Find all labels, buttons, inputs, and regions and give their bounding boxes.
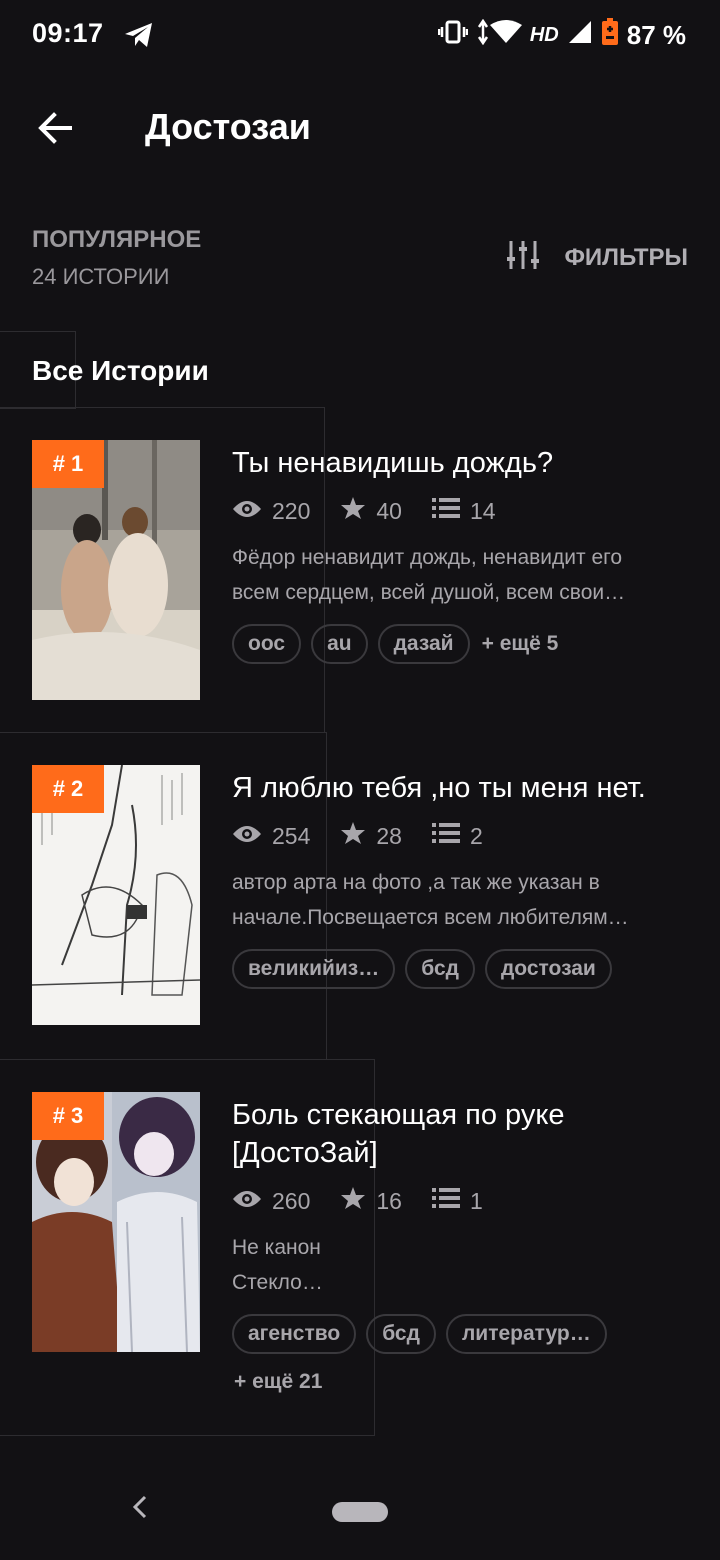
status-indicators: HD 87 %: [437, 18, 686, 53]
more-tags-link[interactable]: + ещё 21: [232, 1370, 692, 1394]
nav-back-icon[interactable]: [130, 1494, 150, 1525]
tag-chip[interactable]: бсд: [366, 1314, 436, 1354]
stars-count: 40: [376, 497, 402, 524]
story-info: Ты ненавидишь дождь? 220 40 14 Фёдор нен…: [232, 444, 692, 664]
rank-badge: # 1: [32, 440, 104, 488]
telegram-icon: [124, 22, 154, 53]
tag-chip[interactable]: достозаи: [484, 949, 612, 989]
tab-all-stories[interactable]: Все Истории: [32, 355, 209, 387]
parts-count: 14: [469, 497, 496, 524]
status-time: 09:17: [32, 18, 104, 48]
story-tags: великийиз… бсд достозаи: [232, 949, 692, 989]
battery-percent: 87 %: [626, 20, 686, 50]
story-count: 24 ИСТОРИИ: [32, 264, 170, 289]
stars-count: 28: [376, 822, 402, 849]
page-title: Достозаи: [145, 106, 311, 147]
description-line: автор арта на фото ,а так же указан в: [232, 871, 600, 894]
network-type: HD: [529, 24, 559, 46]
story-tags: оос au дазай + ещё 5: [232, 624, 692, 664]
wifi-icon: [476, 18, 522, 52]
eye-icon: [232, 498, 262, 525]
sort-selector[interactable]: ПОПУЛЯРНОЕ 24 ИСТОРИИ: [32, 226, 201, 290]
tag-chip[interactable]: au: [311, 624, 368, 664]
sort-label: ПОПУЛЯРНОЕ: [32, 226, 202, 253]
rank-badge: # 2: [32, 765, 104, 813]
story-info: Боль стекающая по руке [ДостоЗай] 260 16…: [232, 1096, 692, 1394]
tag-chip[interactable]: литератур…: [445, 1314, 607, 1354]
star-icon: [340, 821, 366, 851]
views-count: 260: [272, 1187, 311, 1214]
more-tags-link[interactable]: + ещё 5: [480, 632, 559, 656]
description-line: начале.Посвещается всем любителям…: [232, 906, 629, 929]
status-bar: 09:17 HD 87 %: [0, 0, 720, 72]
story-stats: 254 28 2: [232, 821, 692, 851]
parts-count: 2: [469, 822, 483, 849]
home-pill[interactable]: [332, 1502, 388, 1522]
screen: 09:17 HD 87 % Достозаи ПОПУЛЯРНОЕ 24 ИСТ…: [0, 0, 720, 1560]
list-icon: [431, 822, 460, 850]
story-cover-image[interactable]: # 1: [32, 440, 200, 700]
tag-chip[interactable]: бсд: [405, 949, 475, 989]
description-line: Фёдор ненавидит дождь, ненавидит его: [232, 546, 623, 569]
filters-label: ФИЛЬТРЫ: [564, 243, 688, 271]
eye-icon: [232, 823, 262, 850]
tag-chip[interactable]: агенство: [232, 1314, 357, 1354]
tag-chip[interactable]: оос: [232, 624, 302, 664]
description-line: Стекло…: [232, 1271, 323, 1294]
story-stats: 260 16 1: [232, 1186, 692, 1216]
story-description: Фёдор ненавидит дождь, ненавидит его все…: [232, 540, 692, 610]
story-cover-image[interactable]: # 3: [32, 1092, 200, 1352]
stars-count: 16: [376, 1187, 402, 1214]
story-tags: агенство бсд литератур…: [232, 1314, 692, 1354]
story-title[interactable]: Ты ненавидишь дождь?: [232, 444, 692, 482]
parts-count: 1: [469, 1187, 483, 1214]
views-count: 254: [272, 822, 311, 849]
description-line: Не канон: [232, 1236, 321, 1259]
description-line: всем сердцем, всей душой, всем свои…: [232, 581, 626, 604]
views-count: 220: [272, 497, 311, 524]
list-icon: [431, 1187, 460, 1215]
filters-button[interactable]: ФИЛЬТРЫ: [506, 240, 688, 275]
system-nav-bar: [0, 1460, 720, 1560]
star-icon: [340, 1186, 366, 1216]
filter-sliders-icon: [506, 240, 540, 275]
star-icon: [340, 496, 366, 526]
rank-badge: # 3: [32, 1092, 104, 1140]
app-bar: Достозаи: [0, 80, 720, 176]
story-description: Не канон Стекло…: [232, 1230, 692, 1300]
story-stats: 220 40 14: [232, 496, 692, 526]
list-icon: [431, 497, 460, 525]
story-description: автор арта на фото ,а так же указан в на…: [232, 865, 692, 935]
battery-icon: [601, 18, 619, 53]
vibrate-icon: [437, 19, 469, 52]
back-arrow-icon[interactable]: [36, 108, 76, 148]
tag-chip[interactable]: великийиз…: [232, 949, 396, 989]
eye-icon: [232, 1188, 262, 1215]
story-title[interactable]: Я люблю тебя ,но ты меня нет.: [232, 769, 692, 807]
story-cover-image[interactable]: # 2: [32, 765, 200, 1025]
signal-icon: [567, 19, 593, 52]
story-title[interactable]: Боль стекающая по руке [ДостоЗай]: [232, 1096, 692, 1172]
story-info: Я люблю тебя ,но ты меня нет. 254 28 2 а…: [232, 769, 692, 989]
tag-chip[interactable]: дазай: [377, 624, 470, 664]
